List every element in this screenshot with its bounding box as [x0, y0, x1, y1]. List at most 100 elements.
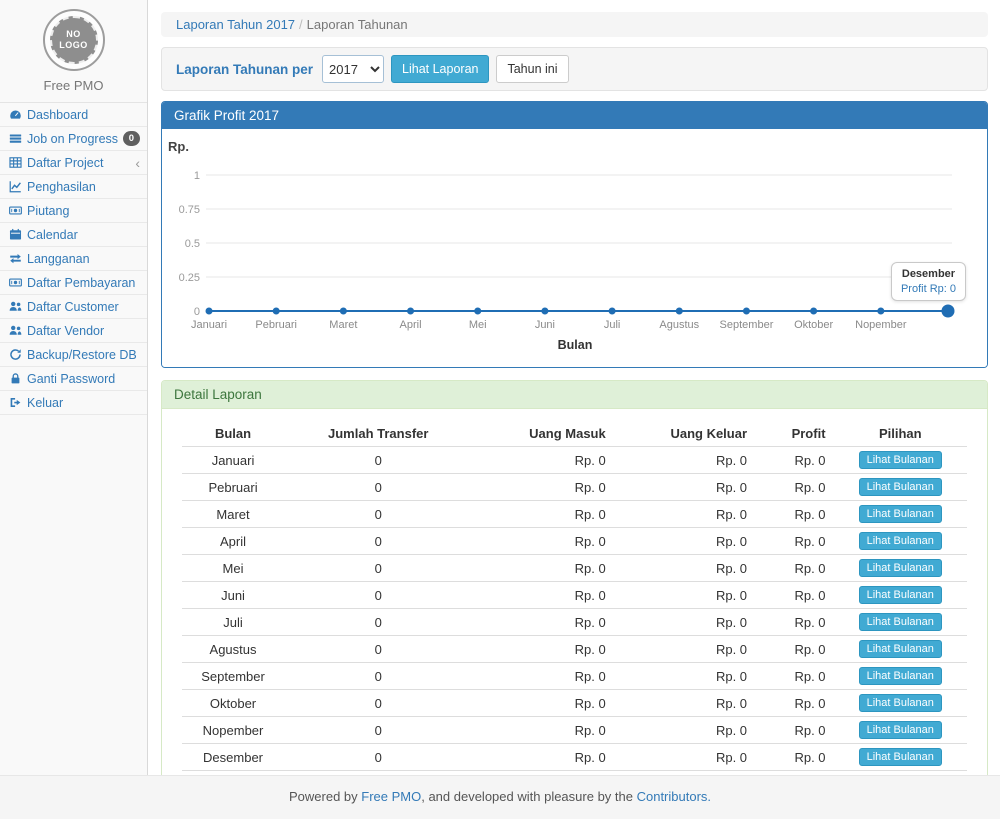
- chart-point-agustus[interactable]: [676, 308, 683, 315]
- cell-uang-keluar: Rp. 0: [614, 771, 755, 776]
- chart-point-maret[interactable]: [340, 308, 347, 315]
- users-icon: [7, 300, 23, 314]
- cell-profit: Rp. 0: [755, 690, 834, 717]
- dashboard-icon: [7, 108, 23, 122]
- col-header-profit: Profit: [755, 421, 834, 447]
- lihat-bulanan-button-pebruari[interactable]: Lihat Bulanan: [859, 478, 942, 496]
- sidebar-item-daftar-vendor[interactable]: Daftar Vendor: [0, 319, 147, 343]
- breadcrumb-separator: /: [295, 17, 307, 32]
- sidebar-item-label: Daftar Vendor: [27, 324, 104, 338]
- y-tick-label: 0: [194, 306, 200, 318]
- chart-point-april[interactable]: [407, 308, 414, 315]
- x-tick-label-juni: Juni: [535, 319, 555, 331]
- chart-point-mei[interactable]: [474, 308, 481, 315]
- table-row-januari: Januari0Rp. 0Rp. 0Rp. 0Lihat Bulanan: [182, 447, 967, 474]
- cell-uang-keluar: Rp. 0: [614, 501, 755, 528]
- cell-profit: Rp. 0: [755, 771, 834, 776]
- cell-bulan: Nopember: [182, 717, 284, 744]
- table-row-juli: Juli0Rp. 0Rp. 0Rp. 0Lihat Bulanan: [182, 609, 967, 636]
- lihat-bulanan-button-nopember[interactable]: Lihat Bulanan: [859, 721, 942, 739]
- sidebar-item-daftar-project[interactable]: Daftar Project ‹: [0, 151, 147, 175]
- cell-uang-keluar: Rp. 0: [614, 717, 755, 744]
- chart-point-juli[interactable]: [609, 308, 616, 315]
- cell-profit: Rp. 0: [755, 555, 834, 582]
- cell-jumlah-transfer: 0: [284, 663, 472, 690]
- lihat-bulanan-button-oktober[interactable]: Lihat Bulanan: [859, 694, 942, 712]
- cell-profit: Rp. 0: [755, 474, 834, 501]
- cell-uang-masuk: Rp. 0: [472, 771, 613, 776]
- sidebar-item-daftar-pembayaran[interactable]: Daftar Pembayaran: [0, 271, 147, 295]
- table-row-april: April0Rp. 0Rp. 0Rp. 0Lihat Bulanan: [182, 528, 967, 555]
- sidebar-item-dashboard[interactable]: Dashboard: [0, 103, 147, 127]
- sidebar-item-langganan[interactable]: Langganan: [0, 247, 147, 271]
- retweet-icon: [7, 252, 23, 266]
- year-select[interactable]: 2017: [322, 55, 384, 83]
- lihat-bulanan-button-agustus[interactable]: Lihat Bulanan: [859, 640, 942, 658]
- cell-bulan: Juli: [182, 609, 284, 636]
- table-header-row: BulanJumlah TransferUang MasukUang Kelua…: [182, 421, 967, 447]
- table-row-september: September0Rp. 0Rp. 0Rp. 0Lihat Bulanan: [182, 663, 967, 690]
- line-chart-icon: [7, 180, 23, 194]
- footer-text-prefix: Powered by: [289, 789, 361, 804]
- y-axis-title: Rp.: [168, 139, 189, 154]
- chevron-left-icon: ‹: [135, 156, 140, 170]
- sidebar-item-piutang[interactable]: Piutang: [0, 199, 147, 223]
- cell-uang-masuk: Rp. 0: [472, 447, 613, 474]
- cell-uang-masuk: Rp. 0: [472, 690, 613, 717]
- x-tick-label-januari: Januari: [191, 319, 227, 331]
- cell-uang-masuk: Rp. 0: [472, 528, 613, 555]
- sidebar-item-label: Daftar Project: [27, 156, 103, 170]
- detail-body: BulanJumlah TransferUang MasukUang Kelua…: [162, 409, 987, 775]
- table-row-agustus: Agustus0Rp. 0Rp. 0Rp. 0Lihat Bulanan: [182, 636, 967, 663]
- chart-point-september[interactable]: [743, 308, 750, 315]
- lihat-bulanan-button-april[interactable]: Lihat Bulanan: [859, 532, 942, 550]
- sidebar-item-label: Daftar Pembayaran: [27, 276, 135, 290]
- col-header-jumlah-transfer: Jumlah Transfer: [284, 421, 472, 447]
- footer-link-contributors[interactable]: Contributors.: [637, 789, 711, 804]
- sidebar-item-job-on-progress[interactable]: Job on Progress0: [0, 127, 147, 151]
- lihat-bulanan-button-juni[interactable]: Lihat Bulanan: [859, 586, 942, 604]
- tahun-ini-button[interactable]: Tahun ini: [496, 55, 568, 84]
- lihat-bulanan-button-maret[interactable]: Lihat Bulanan: [859, 505, 942, 523]
- cell-bulan: Oktober: [182, 690, 284, 717]
- cell-bulan: Total: [182, 771, 284, 776]
- footer-link-free-pmo[interactable]: Free PMO: [361, 789, 421, 804]
- chart-body: 00.250.50.751Rp.BulanJanuariPebruariMare…: [162, 129, 987, 367]
- chart-point-januari[interactable]: [206, 308, 213, 315]
- lihat-bulanan-button-desember[interactable]: Lihat Bulanan: [859, 748, 942, 766]
- cell-bulan: Januari: [182, 447, 284, 474]
- cell-jumlah-transfer: 0: [284, 555, 472, 582]
- cell-pilihan: Lihat Bulanan: [834, 501, 967, 528]
- money-icon: [7, 204, 23, 218]
- x-tick-label-mei: Mei: [469, 319, 487, 331]
- sidebar-item-label: Ganti Password: [27, 372, 115, 386]
- logo-text-line2: LOGO: [59, 40, 88, 51]
- lihat-laporan-button[interactable]: Lihat Laporan: [391, 55, 489, 84]
- sidebar-item-ganti-password[interactable]: Ganti Password: [0, 367, 147, 391]
- breadcrumb-link-laporan-tahun[interactable]: Laporan Tahun 2017: [176, 17, 295, 32]
- cell-uang-masuk: Rp. 0: [472, 744, 613, 771]
- cell-bulan: Pebruari: [182, 474, 284, 501]
- sidebar-item-daftar-customer[interactable]: Daftar Customer: [0, 295, 147, 319]
- lihat-bulanan-button-januari[interactable]: Lihat Bulanan: [859, 451, 942, 469]
- lihat-bulanan-button-september[interactable]: Lihat Bulanan: [859, 667, 942, 685]
- chart-point-juni[interactable]: [541, 308, 548, 315]
- sidebar-item-backup-restore-db[interactable]: Backup/Restore DB: [0, 343, 147, 367]
- table-row-mei: Mei0Rp. 0Rp. 0Rp. 0Lihat Bulanan: [182, 555, 967, 582]
- cell-profit: Rp. 0: [755, 447, 834, 474]
- table-icon: [7, 156, 23, 170]
- cell-bulan: Mei: [182, 555, 284, 582]
- lihat-bulanan-button-mei[interactable]: Lihat Bulanan: [859, 559, 942, 577]
- chart-point-oktober[interactable]: [810, 308, 817, 315]
- cell-pilihan: Lihat Bulanan: [834, 690, 967, 717]
- chart-point-nopember[interactable]: [877, 308, 884, 315]
- sidebar-item-keluar[interactable]: Keluar: [0, 391, 147, 415]
- lihat-bulanan-button-juli[interactable]: Lihat Bulanan: [859, 613, 942, 631]
- sidebar-item-penghasilan[interactable]: Penghasilan: [0, 175, 147, 199]
- chart-point-desember[interactable]: [942, 305, 955, 318]
- sidebar-item-label: Penghasilan: [27, 180, 96, 194]
- sidebar-item-calendar[interactable]: Calendar: [0, 223, 147, 247]
- cell-jumlah-transfer: 0: [284, 474, 472, 501]
- chart-point-pebruari[interactable]: [273, 308, 280, 315]
- cell-bulan: Desember: [182, 744, 284, 771]
